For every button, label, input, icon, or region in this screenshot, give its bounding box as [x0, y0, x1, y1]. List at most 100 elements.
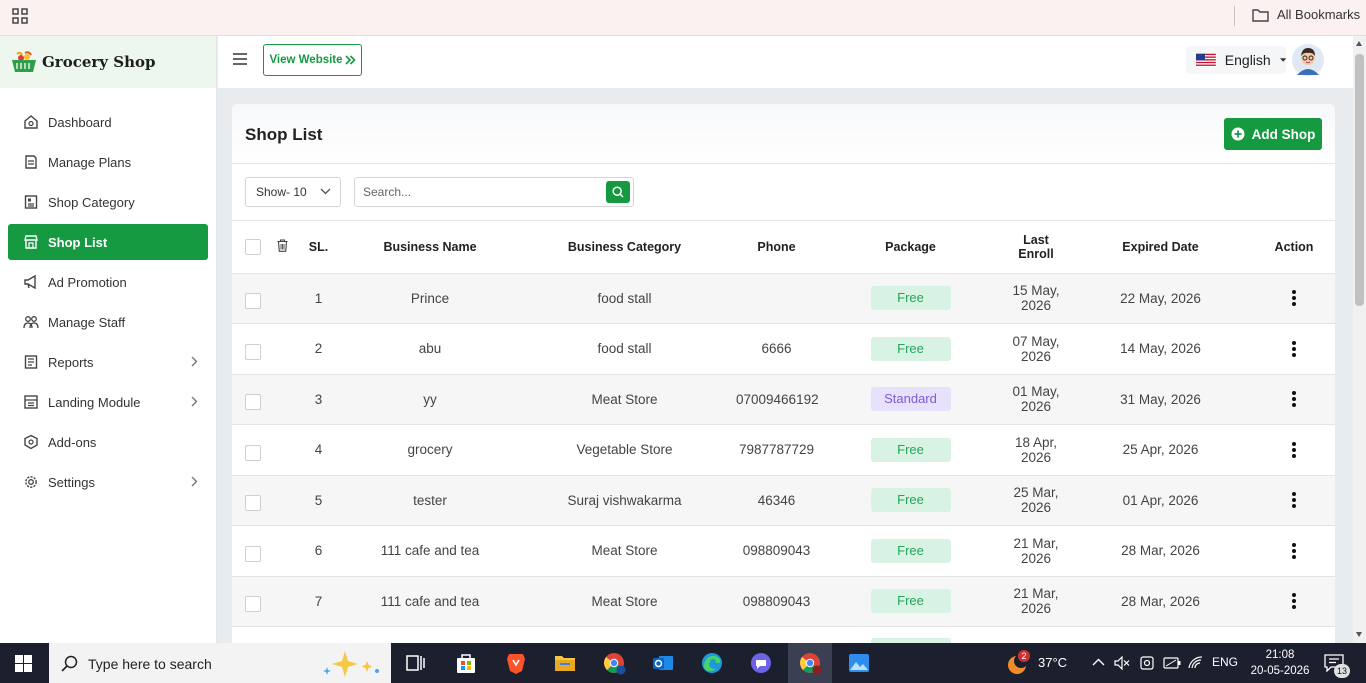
last-enroll-cell: 21 Mar, 2026 [1004, 576, 1068, 627]
last-enroll-cell: 21 Mar, 2026 [1004, 525, 1068, 577]
column-header-business-name: Business Name [347, 221, 513, 274]
scroll-down-arrow-icon[interactable] [1356, 632, 1362, 637]
basket-logo-icon [12, 51, 36, 72]
photos-app-icon[interactable] [847, 651, 871, 675]
row-checkbox[interactable] [245, 545, 261, 562]
shop-table: SL. Business Name Business Category Phon… [232, 221, 1335, 664]
row-checkbox[interactable] [245, 596, 261, 613]
more-actions-icon[interactable] [1292, 440, 1296, 460]
sidebar-item-reports[interactable]: Reports [8, 344, 208, 380]
camera-icon[interactable] [1140, 656, 1154, 670]
page-size-value: Show- 10 [256, 185, 307, 199]
sidebar-item-settings[interactable]: Settings [8, 464, 208, 500]
sidebar-item-label: Settings [48, 474, 95, 490]
sidebar-item-shop-category[interactable]: Shop Category [8, 184, 208, 220]
shop-icon [24, 235, 38, 249]
brave-browser-icon[interactable] [504, 651, 528, 675]
scrollbar-thumb[interactable] [1355, 54, 1364, 306]
bookmarks-divider [1234, 6, 1235, 26]
more-actions-icon[interactable] [1292, 541, 1296, 561]
add-shop-button[interactable]: Add Shop [1224, 118, 1322, 150]
volume-muted-icon[interactable] [1114, 656, 1130, 670]
business-category-cell: Vegetable Store [513, 424, 736, 476]
sidebar-item-label: Ad Promotion [48, 274, 127, 290]
all-bookmarks-button[interactable]: All Bookmarks [1252, 7, 1360, 22]
microsoft-store-icon[interactable] [454, 651, 478, 675]
scroll-up-arrow-icon[interactable] [1356, 41, 1362, 46]
sidebar: Grocery Shop Dashboard Manage Plans Shop… [0, 36, 217, 643]
page-size-select[interactable]: Show- 10 [245, 177, 341, 207]
trash-icon[interactable] [277, 239, 288, 252]
search-button[interactable] [606, 181, 630, 203]
taskbar-clock[interactable]: 21:08 20-05-2026 [1250, 647, 1310, 679]
chrome-browser-icon[interactable] [798, 651, 822, 675]
select-all-checkbox[interactable] [245, 238, 261, 255]
row-checkbox[interactable] [245, 495, 261, 512]
row-checkbox-cell [232, 475, 274, 526]
taskbar-search-box[interactable]: Type here to search [49, 643, 391, 683]
sidebar-item-manage-staff[interactable]: Manage Staff [8, 304, 208, 340]
page-scrollbar[interactable] [1353, 36, 1366, 643]
phone-cell: 098809043 [736, 525, 817, 577]
chevron-up-icon[interactable] [1092, 658, 1105, 666]
row-checkbox[interactable] [245, 444, 261, 461]
hamburger-menu-icon[interactable] [232, 52, 248, 66]
sidebar-item-ad-promotion[interactable]: Ad Promotion [8, 264, 208, 300]
add-shop-label: Add Shop [1251, 126, 1316, 142]
chat-app-icon[interactable] [749, 651, 773, 675]
wifi-icon[interactable] [1188, 656, 1204, 670]
row-spacer-cell [274, 323, 290, 375]
business-name-cell: Prince [347, 273, 513, 324]
sidebar-item-landing-module[interactable]: Landing Module [8, 384, 208, 420]
file-explorer-icon[interactable] [553, 651, 577, 675]
more-actions-icon[interactable] [1292, 339, 1296, 359]
brand[interactable]: Grocery Shop [0, 36, 216, 88]
apps-grid-icon[interactable] [12, 8, 28, 24]
column-header-phone: Phone [736, 221, 817, 274]
shop-list-card: Shop List Add Shop Show- 10 Search... SL… [232, 104, 1335, 664]
search-icon [612, 186, 624, 198]
bookmarks-bar: All Bookmarks [0, 0, 1366, 36]
sparkle-icon [323, 651, 379, 677]
row-checkbox[interactable] [245, 293, 261, 310]
more-actions-icon[interactable] [1292, 389, 1296, 409]
battery-icon[interactable] [1163, 657, 1181, 669]
table-body: 1 Prince food stall Free 15 May, 2026 22… [232, 273, 1335, 664]
all-bookmarks-label: All Bookmarks [1277, 7, 1361, 22]
avatar[interactable] [1292, 44, 1324, 76]
task-view-icon[interactable] [404, 651, 428, 675]
expired-date-cell: 28 Mar, 2026 [1068, 576, 1253, 627]
input-language-indicator[interactable]: ENG [1212, 655, 1238, 669]
edge-browser-icon[interactable] [700, 651, 724, 675]
more-actions-icon[interactable] [1292, 288, 1296, 308]
sl-cell: 1 [290, 273, 347, 324]
business-name-cell: abu [347, 323, 513, 375]
row-checkbox[interactable] [245, 394, 261, 411]
column-header-business-category: Business Category [513, 221, 736, 274]
sidebar-item-add-ons[interactable]: Add-ons [8, 424, 208, 460]
sidebar-item-manage-plans[interactable]: Manage Plans [8, 144, 208, 180]
sidebar-item-shop-list[interactable]: Shop List [8, 224, 208, 260]
package-badge: Free [870, 336, 951, 361]
reports-icon [24, 355, 38, 369]
view-website-label: View Website [269, 54, 343, 66]
sl-cell: 2 [290, 323, 347, 375]
outlook-icon[interactable] [651, 651, 675, 675]
chrome-profile-icon[interactable] [602, 651, 626, 675]
brand-name: Grocery Shop [42, 53, 156, 71]
more-actions-icon[interactable] [1292, 591, 1296, 611]
row-checkbox[interactable] [245, 343, 261, 360]
business-category-cell: Meat Store [513, 374, 736, 425]
sidebar-item-label: Manage Plans [48, 154, 132, 170]
view-website-button[interactable]: View Website [263, 44, 362, 76]
last-enroll-cell: 15 May, 2026 [1004, 273, 1068, 324]
search-input[interactable] [355, 178, 595, 206]
windows-start-icon[interactable] [15, 655, 32, 672]
folder-icon [1252, 8, 1269, 22]
column-header-last-enroll: Last Enroll [1004, 221, 1068, 274]
language-selector[interactable]: English [1186, 46, 1286, 74]
sidebar-item-label: Landing Module [48, 394, 141, 410]
more-actions-icon[interactable] [1292, 490, 1296, 510]
chevron-right-icon [191, 396, 198, 407]
sidebar-item-dashboard[interactable]: Dashboard [8, 104, 208, 140]
